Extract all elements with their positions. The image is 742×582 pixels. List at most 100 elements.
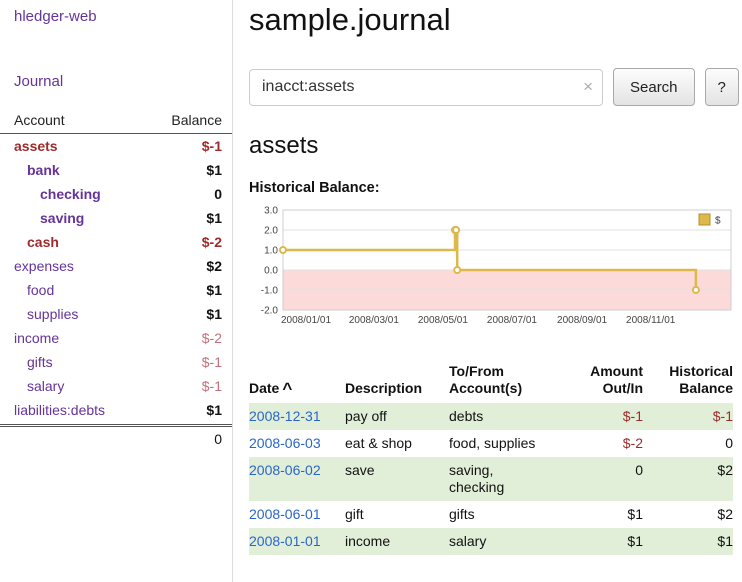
register-header-balance: Historical Balance <box>643 363 733 403</box>
amount-cell: $-2 <box>569 430 643 457</box>
register-table: Date^ Description To/From Account(s) Amo… <box>249 363 733 555</box>
account-balance: $-1 <box>202 137 222 155</box>
sort-ascending-icon: ^ <box>282 379 292 398</box>
sidebar-account-link[interactable]: income <box>0 329 59 347</box>
search-box: × <box>249 69 603 106</box>
register-table-body: 2008-12-31pay offdebts$-1$-12008-06-03ea… <box>249 403 733 555</box>
date-cell: 2008-06-01 <box>249 501 345 528</box>
sidebar-account-link[interactable]: bank <box>0 161 60 179</box>
account-balance: 0 <box>214 185 222 203</box>
account-balance: $1 <box>206 281 222 299</box>
accounts-header-balance: Balance <box>171 112 222 128</box>
balance-chart: 3.02.01.00.0-1.0-2.02008/01/012008/03/01… <box>249 200 739 341</box>
register-header-row: Date^ Description To/From Account(s) Amo… <box>249 363 733 403</box>
sidebar-account-link[interactable]: gifts <box>0 353 53 371</box>
account-balance: $1 <box>206 209 222 227</box>
account-balance: $1 <box>206 161 222 179</box>
account-row: saving $1 <box>0 206 232 230</box>
search-input[interactable] <box>249 69 603 106</box>
sidebar-account-link[interactable]: cash <box>0 233 59 251</box>
app: hledger-web Journal Account Balance asse… <box>0 0 742 582</box>
balance-cell: $1 <box>643 528 733 555</box>
chart-y-tick-label: -1.0 <box>261 286 279 297</box>
transaction-date-link[interactable]: 2008-06-01 <box>249 506 321 522</box>
accounts-table-header: Account Balance <box>0 110 232 134</box>
search-row: × Search ? <box>249 68 739 106</box>
account-row: salary$-1 <box>0 374 232 398</box>
chart-x-tick-label: 2008/01/01 <box>281 315 331 326</box>
balance-chart-svg: 3.02.01.00.0-1.0-2.02008/01/012008/03/01… <box>249 200 737 336</box>
search-button[interactable]: Search <box>613 68 695 106</box>
register-row: 2008-12-31pay offdebts$-1$-1 <box>249 403 733 430</box>
sidebar-account-link[interactable]: expenses <box>0 257 74 275</box>
register-header-description: Description <box>345 363 449 403</box>
account-row: cash $-2 <box>0 230 232 254</box>
register-header-accounts: To/From Account(s) <box>449 363 569 403</box>
chart-x-tick-label: 2008/03/01 <box>349 315 399 326</box>
transaction-date-link[interactable]: 2008-12-31 <box>249 408 321 424</box>
balance-cell: $2 <box>643 501 733 528</box>
account-balance: $-2 <box>202 233 222 251</box>
sidebar-account-link[interactable]: assets <box>0 137 58 155</box>
transaction-date-link[interactable]: 2008-06-03 <box>249 435 321 451</box>
account-row: gifts $-1 <box>0 350 232 374</box>
sidebar-item-journal[interactable]: Journal <box>0 73 232 90</box>
sidebar: hledger-web Journal Account Balance asse… <box>0 0 233 582</box>
account-balance: $-2 <box>202 329 222 347</box>
accounts-header-account: Account <box>14 112 65 128</box>
transaction-date-link[interactable]: 2008-01-01 <box>249 533 321 549</box>
amount-cell: $1 <box>569 528 643 555</box>
description-cell: eat & shop <box>345 430 449 457</box>
account-row: checking 0 <box>0 182 232 206</box>
date-cell: 2008-06-02 <box>249 457 345 501</box>
amount-cell: 0 <box>569 457 643 501</box>
accounts-total-balance: 0 <box>0 424 232 451</box>
accounts-cell: debts <box>449 403 569 430</box>
description-cell: gift <box>345 501 449 528</box>
transaction-date-link[interactable]: 2008-06-02 <box>249 462 321 478</box>
account-heading: assets <box>249 132 739 160</box>
chart-y-tick-label: -2.0 <box>261 306 279 317</box>
sidebar-account-link[interactable]: supplies <box>0 305 78 323</box>
description-cell: pay off <box>345 403 449 430</box>
main-content: sample.journal × Search ? assets Histori… <box>233 0 742 582</box>
register-row: 2008-01-01incomesalary$1$1 <box>249 528 733 555</box>
register-header-date[interactable]: Date^ <box>249 363 345 403</box>
sidebar-account-link[interactable]: saving <box>0 209 84 227</box>
description-cell: income <box>345 528 449 555</box>
clear-search-icon[interactable]: × <box>583 77 593 97</box>
legend-label: $ <box>715 216 721 227</box>
help-button[interactable]: ? <box>705 68 739 106</box>
account-row: supplies $1 <box>0 302 232 326</box>
description-cell: save <box>345 457 449 501</box>
account-balance: $1 <box>206 305 222 323</box>
chart-y-tick-label: 1.0 <box>264 246 278 257</box>
register-row: 2008-06-02savesaving, checking0$2 <box>249 457 733 501</box>
accounts-table: Account Balance assets $-1 bank $1 checking 0… <box>0 110 232 451</box>
account-row: food $1 <box>0 278 232 302</box>
date-cell: 2008-06-03 <box>249 430 345 457</box>
account-balance: $-1 <box>202 353 222 371</box>
account-row: assets $-1 <box>0 134 232 158</box>
register-header-amount: Amount Out/In <box>569 363 643 403</box>
account-balance: $1 <box>206 401 222 419</box>
chart-x-tick-label: 2008/05/01 <box>418 315 468 326</box>
amount-cell: $1 <box>569 501 643 528</box>
account-table-body: assets $-1 bank $1 checking 0 saving $1 cash $-2 e… <box>0 134 232 422</box>
data-point-marker <box>693 287 699 293</box>
sidebar-account-link[interactable]: liabilities:debts <box>0 401 105 419</box>
chart-y-tick-label: 0.0 <box>264 266 278 277</box>
chart-x-tick-label: 2008/09/01 <box>557 315 607 326</box>
data-point-marker <box>280 247 286 253</box>
account-balance: $2 <box>206 257 222 275</box>
sidebar-account-link[interactable]: checking <box>0 185 101 203</box>
register-row: 2008-06-03eat & shopfood, supplies$-20 <box>249 430 733 457</box>
data-point-marker <box>453 227 459 233</box>
accounts-cell: salary <box>449 528 569 555</box>
app-title-link[interactable]: hledger-web <box>0 8 232 25</box>
sidebar-account-link[interactable]: food <box>0 281 54 299</box>
account-row: expenses $2 <box>0 254 232 278</box>
account-row: income $-2 <box>0 326 232 350</box>
sidebar-account-link[interactable]: salary <box>0 377 64 395</box>
chart-x-tick-label: 2008/11/01 <box>626 315 676 326</box>
